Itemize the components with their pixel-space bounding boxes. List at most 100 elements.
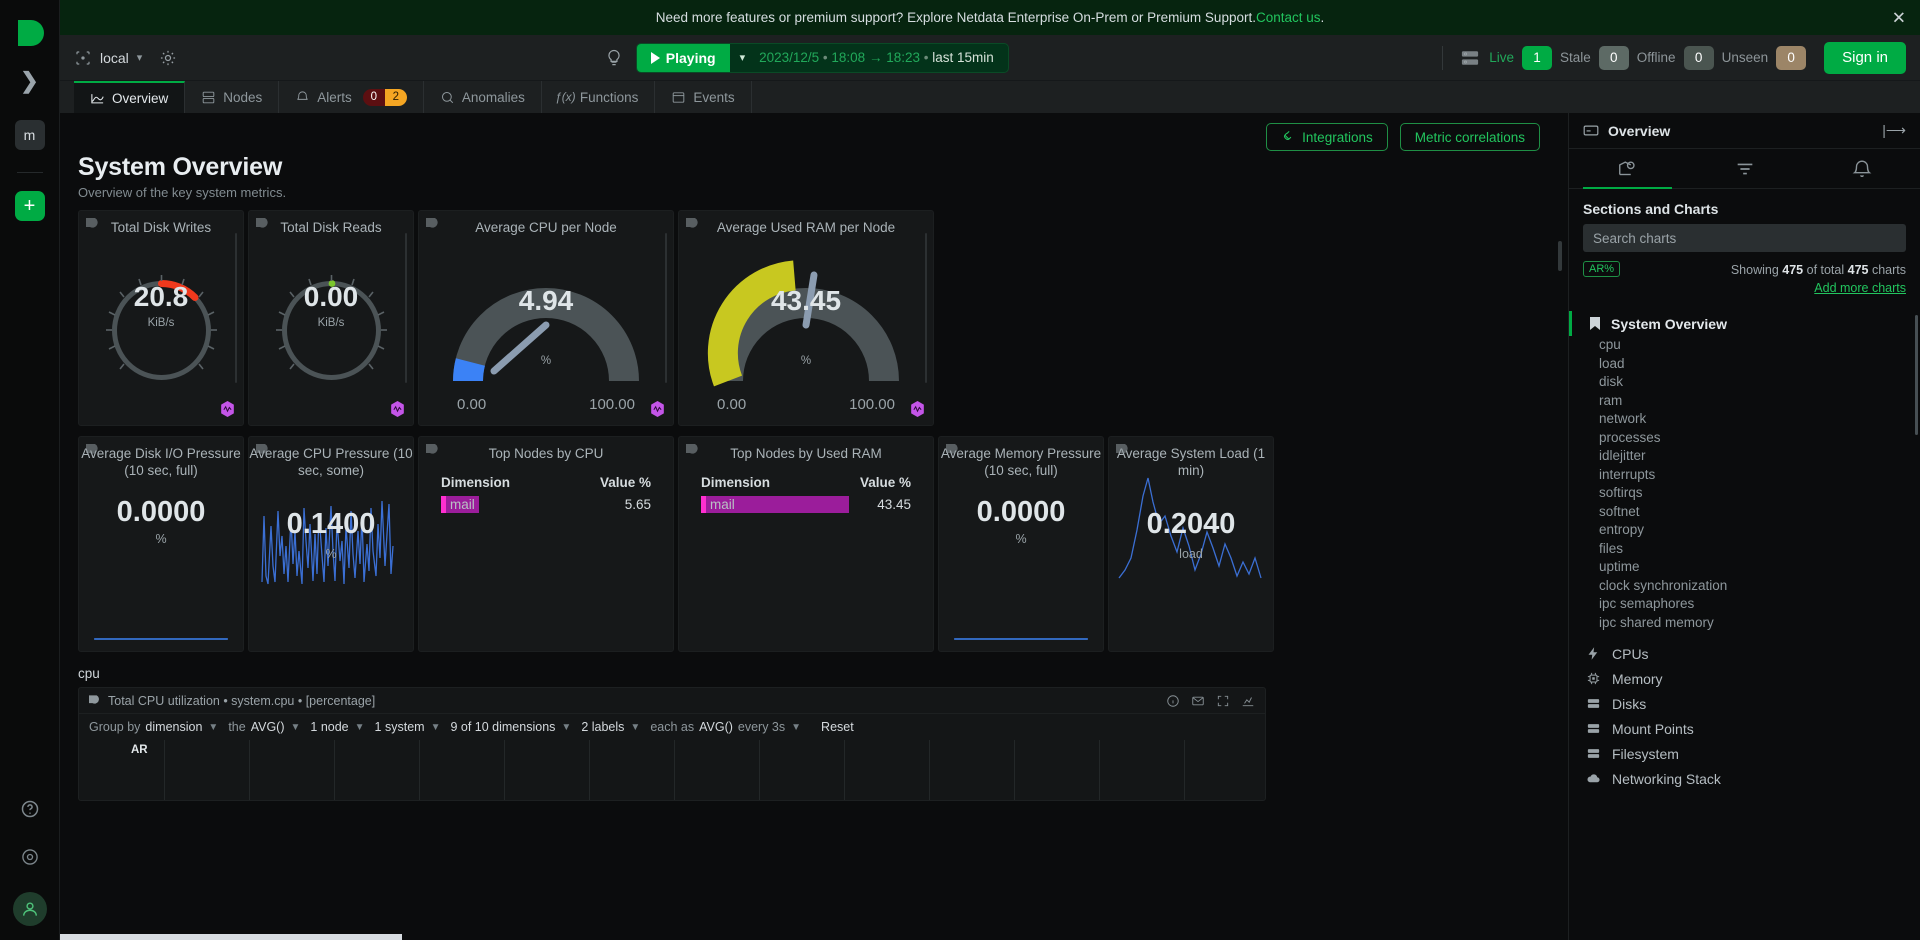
chevron-down-icon[interactable]: ▼	[431, 722, 441, 733]
card-top-nodes-by-cpu[interactable]: Top Nodes by CPU Dimension Value % mail …	[418, 436, 674, 652]
card-top-nodes-by-used-ram[interactable]: Top Nodes by Used RAM Dimension Value %	[678, 436, 934, 652]
table-row[interactable]: mail 43.45	[701, 495, 911, 513]
tab-alerts[interactable]: Alerts 0 2	[279, 81, 424, 113]
card-average-disk-io-pressure[interactable]: Average Disk I/O Pressure (10 sec, full)…	[78, 436, 244, 652]
chevron-down-icon[interactable]: ▼	[561, 722, 571, 733]
mail-icon[interactable]	[1191, 694, 1205, 708]
add-more-charts-link[interactable]: Add more charts	[1731, 279, 1906, 297]
chevron-down-icon[interactable]: ▾	[730, 51, 756, 64]
tree-item-ram[interactable]: ram	[1569, 392, 1920, 411]
chevron-down-icon[interactable]: ▼	[291, 722, 301, 733]
tree-item-softnet[interactable]: softnet	[1569, 503, 1920, 522]
contact-us-link[interactable]: Contact us	[1256, 10, 1321, 25]
close-icon[interactable]: ✕	[1892, 9, 1906, 26]
tree-item-softirqs[interactable]: softirqs	[1569, 484, 1920, 503]
chevron-down-icon[interactable]: ▾	[137, 51, 143, 64]
tree-item-interrupts[interactable]: interrupts	[1569, 466, 1920, 485]
tab-functions[interactable]: ƒ(x) Functions	[542, 81, 656, 113]
chevron-right-icon[interactable]: ❯	[20, 70, 38, 92]
fullscreen-icon[interactable]	[1216, 694, 1230, 708]
card-total-disk-reads[interactable]: Total Disk Reads 0.00 KiB/s	[248, 210, 414, 426]
plus-icon[interactable]: +	[14, 191, 45, 221]
lightbulb-icon[interactable]	[604, 48, 624, 68]
dashboard-scrollbar[interactable]	[1558, 241, 1562, 271]
control-instances[interactable]: 1 system	[375, 720, 425, 734]
tree-item-disk[interactable]: disk	[1569, 373, 1920, 392]
card-average-used-ram-per-node[interactable]: Average Used RAM per Node 43.45 % 0.00 1…	[678, 210, 934, 426]
time-range-text[interactable]: 2023/12/5 • 18:08 → 18:23 • last 15min	[755, 50, 1008, 65]
netdata-logo-icon[interactable]	[10, 12, 50, 52]
control-nodes[interactable]: 1 node	[310, 720, 348, 734]
tree-group-system-overview[interactable]: System Overview	[1569, 311, 1920, 337]
integrations-button[interactable]: Integrations	[1266, 123, 1388, 151]
charts-tree-scrollbar[interactable]	[1915, 315, 1918, 436]
tree-category-cpus[interactable]: CPUs	[1569, 641, 1920, 666]
tab-overview[interactable]: Overview	[74, 81, 186, 113]
rp-tab-alerts[interactable]	[1803, 149, 1920, 188]
tab-anomalies[interactable]: Anomalies	[424, 81, 542, 113]
anomaly-badge-icon[interactable]	[220, 401, 235, 417]
settings-icon[interactable]	[17, 844, 43, 870]
tree-item-uptime[interactable]: uptime	[1569, 558, 1920, 577]
help-icon[interactable]	[17, 796, 43, 822]
chevron-down-icon[interactable]: ▼	[355, 722, 365, 733]
control-labels[interactable]: 2 labels	[581, 720, 624, 734]
reset-button[interactable]: Reset	[821, 720, 854, 734]
card-total-disk-writes[interactable]: Total Disk Writes 20.8 KiB/s	[78, 210, 244, 426]
alerts-critical-badge[interactable]: 0	[362, 88, 385, 106]
anomaly-badge-icon[interactable]	[390, 401, 405, 417]
tree-item-ipc-semaphores[interactable]: ipc semaphores	[1569, 595, 1920, 614]
space-avatar[interactable]: m	[14, 120, 45, 150]
control-dimensions[interactable]: 9 of 10 dimensions	[450, 720, 555, 734]
status-count-live[interactable]: 1	[1522, 45, 1553, 70]
card-average-cpu-pressure[interactable]: Average CPU Pressure (10 sec, some) 0.14…	[248, 436, 414, 652]
tree-category-disks[interactable]: Disks	[1569, 691, 1920, 716]
tab-nodes[interactable]: Nodes	[185, 81, 280, 113]
info-icon[interactable]	[1166, 694, 1180, 708]
play-button[interactable]: Playing	[636, 43, 730, 72]
anomaly-badge-icon[interactable]	[910, 401, 925, 417]
tree-item-load[interactable]: load	[1569, 355, 1920, 374]
card-average-cpu-per-node[interactable]: Average CPU per Node 4.94 % 0.00 100.00	[418, 210, 674, 426]
tree-category-memory[interactable]: Memory	[1569, 666, 1920, 691]
chevron-down-icon[interactable]: ▼	[208, 722, 218, 733]
chart-icon[interactable]	[1241, 694, 1255, 708]
horizontal-scrollbar[interactable]	[60, 934, 402, 940]
anomaly-badge-icon[interactable]	[650, 401, 665, 417]
sign-in-button[interactable]: Sign in	[1824, 41, 1906, 74]
collapse-right-icon[interactable]: |⟶	[1882, 122, 1906, 139]
status-count-stale[interactable]: 0	[1598, 45, 1629, 70]
search-input[interactable]	[1583, 224, 1906, 252]
control-aggregation[interactable]: AVG()	[251, 720, 285, 734]
cpu-chart-body[interactable]: AR	[79, 740, 1265, 800]
control-each-as[interactable]: AVG()	[699, 720, 733, 734]
rp-tab-filters[interactable]	[1686, 149, 1803, 188]
ar-percent-badge[interactable]: AR%	[1583, 261, 1621, 277]
tree-item-network[interactable]: network	[1569, 410, 1920, 429]
status-count-offline[interactable]: 0	[1683, 45, 1714, 70]
tree-item-processes[interactable]: processes	[1569, 429, 1920, 448]
control-group-by[interactable]: dimension	[145, 720, 202, 734]
tree-category-mount-points[interactable]: Mount Points	[1569, 716, 1920, 741]
tree-item-clock-synchronization[interactable]: clock synchronization	[1569, 577, 1920, 596]
tree-item-files[interactable]: files	[1569, 540, 1920, 559]
table-row[interactable]: mail 5.65	[441, 495, 651, 513]
card-average-memory-pressure[interactable]: Average Memory Pressure (10 sec, full) 0…	[938, 436, 1104, 652]
time-range-control[interactable]: Playing ▾ 2023/12/5 • 18:08 → 18:23 • la…	[635, 42, 1009, 73]
tree-item-ipc-shared-memory[interactable]: ipc shared memory	[1569, 614, 1920, 633]
tree-item-cpu[interactable]: cpu	[1569, 336, 1920, 355]
node-selector[interactable]: local ▾	[74, 49, 142, 67]
alerts-warning-badge[interactable]: 2	[384, 88, 407, 106]
tree-category-networking-stack[interactable]: Networking Stack	[1569, 766, 1920, 791]
gear-icon[interactable]	[158, 48, 178, 68]
tab-events[interactable]: Events	[655, 81, 752, 113]
tree-item-idlejitter[interactable]: idlejitter	[1569, 447, 1920, 466]
rp-tab-charts[interactable]	[1569, 149, 1686, 189]
tree-item-entropy[interactable]: entropy	[1569, 521, 1920, 540]
user-avatar-icon[interactable]	[12, 892, 47, 926]
chevron-down-icon[interactable]: ▼	[791, 722, 801, 733]
status-count-unseen[interactable]: 0	[1776, 45, 1807, 70]
tree-category-filesystem[interactable]: Filesystem	[1569, 741, 1920, 766]
metric-correlations-button[interactable]: Metric correlations	[1399, 123, 1540, 151]
card-average-system-load[interactable]: Average System Load (1 min) 0.2040 load	[1108, 436, 1274, 652]
